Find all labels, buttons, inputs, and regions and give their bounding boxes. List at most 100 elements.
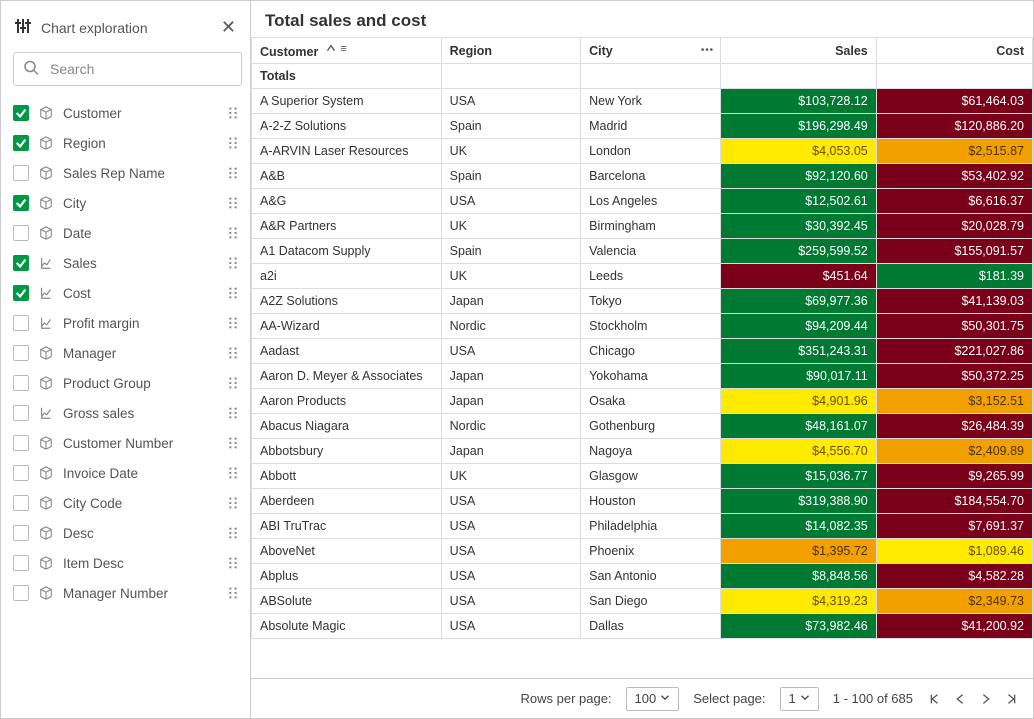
checkbox[interactable]	[13, 375, 29, 391]
checkbox[interactable]	[13, 465, 29, 481]
table-row[interactable]: ABSoluteUSASan Diego$4,319.23$2,349.73	[252, 589, 1033, 614]
drag-handle-icon[interactable]	[224, 554, 242, 572]
sidebar-item-city[interactable]: City	[13, 188, 242, 218]
drag-handle-icon[interactable]	[224, 344, 242, 362]
first-page-button[interactable]	[927, 692, 941, 706]
sidebar-item-date[interactable]: Date	[13, 218, 242, 248]
sidebar-item-sales-rep-name[interactable]: Sales Rep Name	[13, 158, 242, 188]
drag-handle-icon[interactable]	[224, 164, 242, 182]
table-row[interactable]: A&GUSALos Angeles$12,502.61$6,616.37	[252, 189, 1033, 214]
checkbox[interactable]	[13, 135, 29, 151]
select-page-select[interactable]: 1	[780, 687, 819, 711]
rows-per-page-value: 100	[635, 691, 657, 706]
sidebar-item-item-desc[interactable]: Item Desc	[13, 548, 242, 578]
checkbox[interactable]	[13, 315, 29, 331]
drag-handle-icon[interactable]	[224, 464, 242, 482]
column-header-customer[interactable]: Customer≡	[252, 38, 442, 64]
drag-handle-icon[interactable]	[224, 524, 242, 542]
drag-handle-icon[interactable]	[224, 224, 242, 242]
cell-city: Phoenix	[581, 539, 720, 564]
table-row[interactable]: AboveNetUSAPhoenix$1,395.72$1,089.46	[252, 539, 1033, 564]
cell-city: Osaka	[581, 389, 720, 414]
table-row[interactable]: ABI TruTracUSAPhiladelphia$14,082.35$7,6…	[252, 514, 1033, 539]
drag-handle-icon[interactable]	[224, 404, 242, 422]
sidebar-item-manager-number[interactable]: Manager Number	[13, 578, 242, 608]
checkbox[interactable]	[13, 105, 29, 121]
cell-cost: $61,464.03	[876, 89, 1032, 114]
prev-page-button[interactable]	[953, 692, 967, 706]
column-header-city[interactable]: City	[581, 38, 720, 64]
cell-cost: $9,265.99	[876, 464, 1032, 489]
checkbox[interactable]	[13, 285, 29, 301]
table-scroll-area[interactable]: Total sales and cost Customer≡RegionCity…	[251, 1, 1033, 678]
table-row[interactable]: AA-WizardNordicStockholm$94,209.44$50,30…	[252, 314, 1033, 339]
sidebar-item-customer-number[interactable]: Customer Number	[13, 428, 242, 458]
sidebar-item-region[interactable]: Region	[13, 128, 242, 158]
table-row[interactable]: AbbotsburyJapanNagoya$4,556.70$2,409.89	[252, 439, 1033, 464]
checkbox[interactable]	[13, 405, 29, 421]
search-input[interactable]	[13, 52, 242, 86]
checkbox[interactable]	[13, 195, 29, 211]
drag-handle-icon[interactable]	[224, 434, 242, 452]
table-row[interactable]: Aaron D. Meyer & AssociatesJapanYokohama…	[252, 364, 1033, 389]
checkbox[interactable]	[13, 495, 29, 511]
table-row[interactable]: Aaron ProductsJapanOsaka$4,901.96$3,152.…	[252, 389, 1033, 414]
table-row[interactable]: A1 Datacom SupplySpainValencia$259,599.5…	[252, 239, 1033, 264]
checkbox[interactable]	[13, 525, 29, 541]
sidebar-item-cost[interactable]: Cost	[13, 278, 242, 308]
table-row[interactable]: AadastUSAChicago$351,243.31$221,027.86	[252, 339, 1033, 364]
next-page-button[interactable]	[979, 692, 993, 706]
drag-handle-icon[interactable]	[224, 254, 242, 272]
drag-handle-icon[interactable]	[224, 134, 242, 152]
cell-sales: $259,599.52	[720, 239, 876, 264]
cell-customer: Abbott	[252, 464, 442, 489]
drag-handle-icon[interactable]	[224, 104, 242, 122]
table-row[interactable]: A&BSpainBarcelona$92,120.60$53,402.92	[252, 164, 1033, 189]
last-page-button[interactable]	[1005, 692, 1019, 706]
table-row[interactable]: Absolute MagicUSADallas$73,982.46$41,200…	[252, 614, 1033, 639]
checkbox[interactable]	[13, 345, 29, 361]
drag-handle-icon[interactable]	[224, 284, 242, 302]
drag-handle-icon[interactable]	[224, 584, 242, 602]
column-header-region[interactable]: Region	[441, 38, 580, 64]
column-header-sales[interactable]: Sales	[720, 38, 876, 64]
sidebar-item-profit-margin[interactable]: Profit margin	[13, 308, 242, 338]
sidebar-item-city-code[interactable]: City Code	[13, 488, 242, 518]
rows-per-page-select[interactable]: 100	[626, 687, 680, 711]
table-row[interactable]: AberdeenUSAHouston$319,388.90$184,554.70	[252, 489, 1033, 514]
cell-region: Spain	[441, 114, 580, 139]
column-header-cost[interactable]: Cost	[876, 38, 1032, 64]
sidebar-item-sales[interactable]: Sales	[13, 248, 242, 278]
sidebar-item-manager[interactable]: Manager	[13, 338, 242, 368]
sidebar-item-invoice-date[interactable]: Invoice Date	[13, 458, 242, 488]
checkbox[interactable]	[13, 255, 29, 271]
sidebar-item-product-group[interactable]: Product Group	[13, 368, 242, 398]
table-row[interactable]: a2iUKLeeds$451.64$181.39	[252, 264, 1033, 289]
table-row[interactable]: A Superior SystemUSANew York$103,728.12$…	[252, 89, 1033, 114]
select-page-label: Select page:	[693, 691, 765, 706]
table-row[interactable]: Abacus NiagaraNordicGothenburg$48,161.07…	[252, 414, 1033, 439]
table-row[interactable]: A2Z SolutionsJapanTokyo$69,977.36$41,139…	[252, 289, 1033, 314]
table-row[interactable]: A-ARVIN Laser ResourcesUKLondon$4,053.05…	[252, 139, 1033, 164]
table-row[interactable]: AbplusUSASan Antonio$8,848.56$4,582.28	[252, 564, 1033, 589]
drag-handle-icon[interactable]	[224, 314, 242, 332]
sidebar-item-customer[interactable]: Customer	[13, 98, 242, 128]
checkbox[interactable]	[13, 555, 29, 571]
sidebar-item-desc[interactable]: Desc	[13, 518, 242, 548]
checkbox[interactable]	[13, 435, 29, 451]
table-row[interactable]: AbbottUKGlasgow$15,036.77$9,265.99	[252, 464, 1033, 489]
checkbox[interactable]	[13, 165, 29, 181]
drag-handle-icon[interactable]	[224, 374, 242, 392]
more-icon[interactable]	[700, 42, 714, 59]
table-row[interactable]: A-2-Z SolutionsSpainMadrid$196,298.49$12…	[252, 114, 1033, 139]
drag-handle-icon[interactable]	[224, 194, 242, 212]
measure-icon	[39, 316, 53, 330]
drag-handle-icon[interactable]	[224, 494, 242, 512]
checkbox[interactable]	[13, 225, 29, 241]
sidebar-item-gross-sales[interactable]: Gross sales	[13, 398, 242, 428]
rows-per-page-label: Rows per page:	[520, 691, 611, 706]
close-icon[interactable]: ✕	[217, 15, 240, 40]
checkbox[interactable]	[13, 585, 29, 601]
cell-customer: ABI TruTrac	[252, 514, 442, 539]
table-row[interactable]: A&R PartnersUKBirmingham$30,392.45$20,02…	[252, 214, 1033, 239]
